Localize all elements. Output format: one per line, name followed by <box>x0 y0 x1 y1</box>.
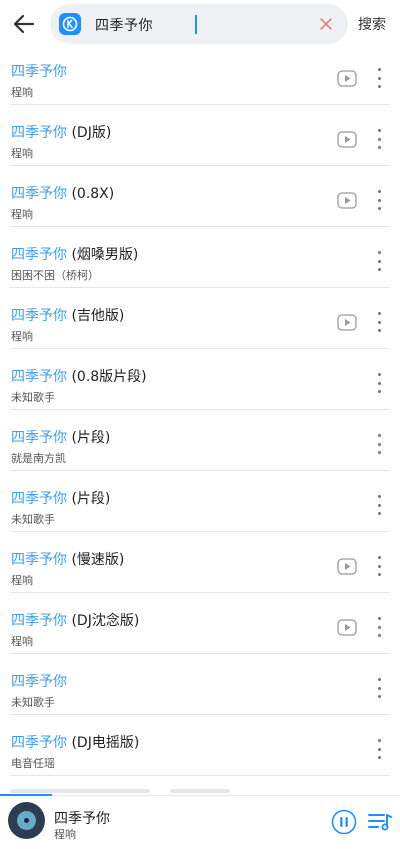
more-options-icon[interactable] <box>372 251 386 271</box>
song-artist: 未知歌手 <box>11 391 55 404</box>
song-title-match: 四季予你 <box>11 491 67 507</box>
song-title: 四季予你 (片段) <box>11 427 110 447</box>
song-title: 四季予你 (DJ沈念版) <box>11 610 139 630</box>
song-title: 四季予你 (DJ电摇版) <box>11 732 139 752</box>
song-title-match: 四季予你 <box>11 613 67 629</box>
song-result-row[interactable]: 四季予你 (慢速版) 程响 <box>0 532 400 593</box>
song-title: 四季予你 (片段) <box>11 488 110 508</box>
song-artist: 程响 <box>11 574 33 587</box>
song-title: 四季予你 (烟嗓男版) <box>11 244 138 264</box>
song-artist: 程响 <box>11 86 33 99</box>
song-title-match: 四季予你 <box>11 247 67 263</box>
song-result-row[interactable]: 四季予你 (片段) 未知歌手 <box>0 471 400 532</box>
search-results-list: 四季予你 程响 四季予你 (DJ版) 程响 四季予你 (0.8X) 程响 四季予你 (烟嗓男… <box>0 44 400 776</box>
back-button[interactable] <box>8 8 40 40</box>
more-options-icon[interactable] <box>372 617 386 637</box>
playback-progress <box>0 794 52 796</box>
song-title-match: 四季予你 <box>11 186 67 202</box>
song-result-row[interactable]: 四季予你 (烟嗓男版) 困困不困（桥柯） <box>0 227 400 288</box>
song-artist: 未知歌手 <box>11 696 55 709</box>
song-result-row[interactable]: 四季予你 (DJ版) 程响 <box>0 105 400 166</box>
video-play-icon[interactable] <box>337 70 357 87</box>
more-options-icon[interactable] <box>372 129 386 149</box>
song-artist: 未知歌手 <box>11 513 55 526</box>
song-result-row[interactable]: 四季予你 (DJ电摇版) 电音任瑶 <box>0 715 400 776</box>
song-title-match: 四季予你 <box>11 308 67 324</box>
video-play-icon[interactable] <box>337 558 357 575</box>
song-title: 四季予你 (DJ版) <box>11 122 111 142</box>
song-result-row[interactable]: 四季予你 (DJ沈念版) 程响 <box>0 593 400 654</box>
search-query-text: 四季予你 <box>95 18 153 34</box>
more-options-icon[interactable] <box>372 373 386 393</box>
song-title-suffix: (慢速版) <box>67 552 125 568</box>
song-title: 四季予你 <box>11 671 67 691</box>
more-options-icon[interactable] <box>372 68 386 88</box>
song-title-match: 四季予你 <box>11 369 67 385</box>
song-title-suffix: (烟嗓男版) <box>67 247 139 263</box>
song-title: 四季予你 (0.8X) <box>11 183 114 203</box>
video-play-icon[interactable] <box>337 314 357 331</box>
song-artist: 困困不困（桥柯） <box>11 269 99 282</box>
song-title-suffix: (0.8版片段) <box>67 369 147 385</box>
search-button[interactable]: 搜索 <box>358 14 386 34</box>
song-title: 四季予你 <box>11 61 67 81</box>
text-cursor <box>195 15 197 34</box>
kugou-logo-icon <box>59 13 81 35</box>
video-play-icon[interactable] <box>337 192 357 209</box>
song-title-suffix: (DJ电摇版) <box>67 735 140 751</box>
player-artist: 程响 <box>54 828 76 841</box>
playlist-queue-icon[interactable] <box>367 811 393 833</box>
song-result-row[interactable]: 四季予你 未知歌手 <box>0 654 400 715</box>
song-result-row[interactable]: 四季予你 (片段) 就是南方凯 <box>0 410 400 471</box>
song-title-match: 四季予你 <box>11 430 67 446</box>
arrow-left-icon <box>13 14 35 34</box>
song-title-match: 四季予你 <box>11 125 67 141</box>
song-title-suffix: (吉他版) <box>67 308 125 324</box>
more-options-icon[interactable] <box>372 495 386 515</box>
more-options-icon[interactable] <box>372 678 386 698</box>
song-title-suffix: (DJ版) <box>67 125 112 141</box>
song-artist: 程响 <box>11 147 33 160</box>
album-cover[interactable] <box>8 802 45 839</box>
song-title: 四季予你 (吉他版) <box>11 305 124 325</box>
video-play-icon[interactable] <box>337 131 357 148</box>
search-header: 四季予你 搜索 <box>0 0 400 48</box>
song-title-suffix: (片段) <box>67 430 111 446</box>
song-artist: 程响 <box>11 635 33 648</box>
song-title-suffix: (片段) <box>67 491 111 507</box>
song-title-match: 四季予你 <box>11 735 67 751</box>
more-options-icon[interactable] <box>372 556 386 576</box>
more-options-icon[interactable] <box>372 312 386 332</box>
song-title: 四季予你 (0.8版片段) <box>11 366 147 386</box>
song-artist: 电音任瑶 <box>11 757 55 770</box>
song-result-row[interactable]: 四季予你 (0.8版片段) 未知歌手 <box>0 349 400 410</box>
more-options-icon[interactable] <box>372 434 386 454</box>
song-result-row[interactable]: 四季予你 (吉他版) 程响 <box>0 288 400 349</box>
song-artist: 程响 <box>11 208 33 221</box>
player-song-title: 四季予你 <box>54 811 110 827</box>
song-title-suffix: (0.8X) <box>67 186 115 202</box>
pause-icon[interactable] <box>331 809 357 835</box>
song-artist: 就是南方凯 <box>11 452 66 465</box>
more-options-icon[interactable] <box>372 739 386 759</box>
song-result-row[interactable]: 四季予你 程响 <box>0 44 400 105</box>
mini-player[interactable]: 四季予你 程响 <box>0 794 400 849</box>
more-options-icon[interactable] <box>372 190 386 210</box>
video-play-icon[interactable] <box>337 619 357 636</box>
song-title: 四季予你 (慢速版) <box>11 549 124 569</box>
song-title-match: 四季予你 <box>11 64 67 80</box>
song-title-match: 四季予你 <box>11 552 67 568</box>
song-result-row[interactable]: 四季予你 (0.8X) 程响 <box>0 166 400 227</box>
clear-icon[interactable] <box>318 16 334 32</box>
song-artist: 程响 <box>11 330 33 343</box>
song-title-suffix: (DJ沈念版) <box>67 613 140 629</box>
song-title-match: 四季予你 <box>11 674 67 690</box>
search-input[interactable]: 四季予你 <box>50 4 348 44</box>
